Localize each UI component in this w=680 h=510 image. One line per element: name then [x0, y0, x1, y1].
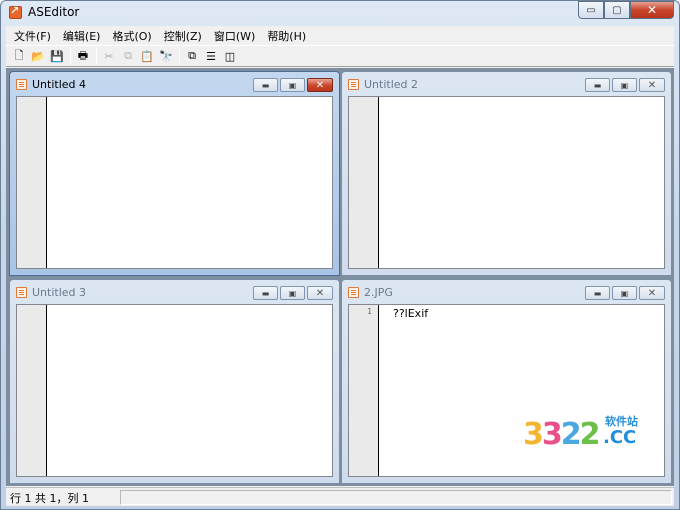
watermark-logo: 3322 软件站 .CC [523, 411, 653, 461]
child-maximize-button[interactable]: ▣ [280, 286, 305, 300]
cursor-position-status: 行 1 共 1，列 1 [10, 492, 89, 505]
tile-vertical-button[interactable]: ◫ [221, 47, 239, 65]
minimize-icon: ▬ [261, 80, 270, 90]
menu-file[interactable]: 文件(F) [8, 26, 57, 44]
editor-area[interactable] [348, 96, 665, 269]
cascade-windows-button[interactable]: ⧉ [183, 47, 201, 65]
toolbar: 🗋 📂 💾 🖶 ✂ ⧉ 📋 🔭 ⧉ ☰ ◫ [6, 45, 674, 67]
child-window-title: Untitled 2 [364, 78, 419, 91]
child-maximize-button[interactable]: ▣ [280, 78, 305, 92]
paste-icon: 📋 [140, 49, 154, 63]
minimize-icon: ▭ [586, 4, 596, 16]
child-caption-buttons: ▬ ▣ ✕ [251, 78, 333, 92]
child-window-title: Untitled 4 [32, 78, 87, 91]
document-icon [16, 287, 27, 298]
close-icon: ✕ [315, 287, 325, 299]
watermark-domain: .CC [603, 427, 637, 448]
caption-buttons: ▭ ▢ ✕ [578, 1, 674, 19]
line-number: 1 [367, 307, 372, 316]
close-icon: ✕ [647, 287, 657, 299]
save-button[interactable]: 💾 [48, 47, 66, 65]
line-number-gutter [17, 305, 47, 476]
child-minimize-button[interactable]: ▬ [585, 286, 610, 300]
document-icon [16, 79, 27, 90]
cut-icon: ✂ [104, 49, 114, 63]
child-close-button[interactable]: ✕ [307, 286, 333, 300]
child-close-button[interactable]: ✕ [307, 78, 333, 92]
line-number-gutter [17, 97, 47, 268]
line-number-gutter: 1 [349, 305, 379, 476]
child-caption-buttons: ▬ ▣ ✕ [583, 286, 665, 300]
maximize-icon: ▣ [288, 80, 297, 90]
child-window-title: Untitled 3 [32, 286, 87, 299]
toolbar-separator [70, 48, 71, 64]
tile-horizontal-icon: ☰ [206, 49, 216, 63]
find-button[interactable]: 🔭 [157, 47, 175, 65]
minimize-icon: ▬ [261, 288, 270, 298]
menu-bar: 文件(F) 编辑(E) 格式(O) 控制(Z) 窗口(W) 帮助(H) [6, 26, 674, 44]
child-caption-buttons: ▬ ▣ ✕ [251, 286, 333, 300]
editor-line: ??lExif [393, 307, 429, 320]
main-window: ASEditor ▭ ▢ ✕ 文件(F) 编辑(E) 格式(O) 控制(Z) 窗… [0, 0, 680, 510]
open-folder-icon: 📂 [31, 49, 45, 63]
maximize-button[interactable]: ▢ [604, 1, 630, 19]
child-minimize-button[interactable]: ▬ [253, 78, 278, 92]
tile-horizontal-button[interactable]: ☰ [202, 47, 220, 65]
editor-area[interactable] [16, 304, 333, 477]
copy-icon: ⧉ [124, 49, 132, 62]
save-icon: 💾 [50, 49, 64, 63]
cascade-windows-icon: ⧉ [188, 49, 196, 62]
title-bar[interactable]: ASEditor ▭ ▢ ✕ [1, 1, 679, 25]
child-minimize-button[interactable]: ▬ [585, 78, 610, 92]
tile-vertical-icon: ◫ [224, 49, 236, 63]
child-maximize-button[interactable]: ▣ [612, 286, 637, 300]
close-icon: ✕ [647, 79, 657, 91]
maximize-icon: ▣ [288, 288, 297, 298]
new-file-icon: 🗋 [14, 48, 24, 62]
child-window-untitled-3[interactable]: Untitled 3 ▬ ▣ ✕ [9, 279, 340, 484]
status-bar: 行 1 共 1，列 1 [6, 487, 674, 506]
editor-area[interactable] [16, 96, 333, 269]
paste-button[interactable]: 📋 [138, 47, 156, 65]
maximize-icon: ▣ [620, 80, 629, 90]
window-title: ASEditor [28, 5, 80, 19]
toolbar-separator [96, 48, 97, 64]
document-icon [348, 287, 359, 298]
menu-format[interactable]: 格式(O) [106, 26, 157, 44]
new-file-button[interactable]: 🗋 [10, 47, 28, 65]
close-icon: ✕ [646, 3, 658, 17]
document-icon [348, 79, 359, 90]
menu-help[interactable]: 帮助(H) [261, 26, 312, 44]
maximize-icon: ▣ [620, 288, 629, 298]
child-window-untitled-4[interactable]: Untitled 4 ▬ ▣ ✕ [9, 71, 340, 276]
line-number-gutter [349, 97, 379, 268]
child-window-untitled-2[interactable]: Untitled 2 ▬ ▣ ✕ [341, 71, 672, 276]
child-maximize-button[interactable]: ▣ [612, 78, 637, 92]
find-icon: 🔭 [159, 49, 173, 63]
child-close-button[interactable]: ✕ [639, 286, 665, 300]
menu-edit[interactable]: 编辑(E) [57, 26, 107, 44]
watermark-digits: 3322 [523, 417, 600, 452]
maximize-icon: ▢ [612, 4, 622, 16]
child-minimize-button[interactable]: ▬ [253, 286, 278, 300]
minimize-icon: ▬ [593, 80, 602, 90]
print-icon: 🖶 [77, 48, 89, 62]
minimize-icon: ▬ [593, 288, 602, 298]
child-close-button[interactable]: ✕ [639, 78, 665, 92]
cut-button[interactable]: ✂ [100, 47, 118, 65]
status-pane [120, 490, 672, 505]
toolbar-separator [179, 48, 180, 64]
menu-control[interactable]: 控制(Z) [158, 26, 208, 44]
open-button[interactable]: 📂 [29, 47, 47, 65]
close-button[interactable]: ✕ [630, 1, 674, 19]
copy-button[interactable]: ⧉ [119, 47, 137, 65]
app-icon[interactable] [9, 4, 22, 19]
child-window-title: 2.JPG [364, 286, 393, 299]
minimize-button[interactable]: ▭ [578, 1, 604, 19]
close-icon: ✕ [315, 79, 325, 91]
print-button[interactable]: 🖶 [74, 47, 92, 65]
menu-window[interactable]: 窗口(W) [208, 26, 261, 44]
child-caption-buttons: ▬ ▣ ✕ [583, 78, 665, 92]
